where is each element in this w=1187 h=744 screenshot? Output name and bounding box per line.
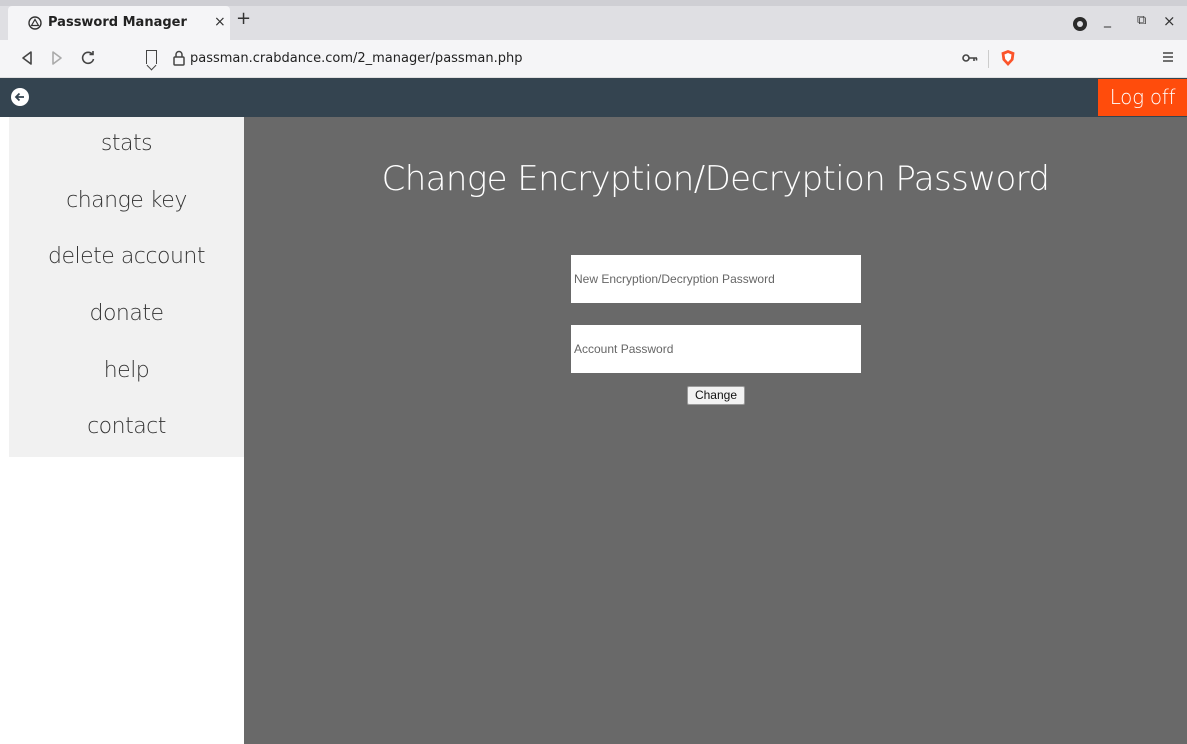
close-window-button[interactable]: × [1163,12,1176,30]
change-button[interactable]: Change [687,386,745,405]
app-tab-icon [28,16,42,30]
reload-icon[interactable] [80,49,96,67]
left-margin [0,117,9,744]
sidebar-item-delete-account[interactable]: delete account [9,244,244,269]
main-content: Change Encryption/Decryption Password Ch… [244,117,1187,744]
address-separator [988,50,989,68]
account-password-field[interactable] [571,325,861,373]
minimize-button[interactable]: _ [1104,12,1111,28]
brave-shield-icon[interactable] [1000,49,1016,67]
forward-icon[interactable] [50,49,64,67]
back-arrow-icon[interactable] [11,88,29,106]
menu-icon[interactable] [1162,50,1174,64]
back-icon[interactable] [20,49,34,67]
url-field[interactable]: passman.crabdance.com/2_manager/passman.… [190,51,522,66]
key-icon[interactable] [962,51,978,65]
address-bar: passman.crabdance.com/2_manager/passman.… [0,40,1187,78]
new-tab-button[interactable]: + [236,10,251,28]
app-header: Log off [0,78,1187,117]
page-title: Change Encryption/Decryption Password [381,159,1050,199]
sidebar-item-contact[interactable]: contact [9,414,244,439]
lock-icon[interactable] [172,50,186,66]
logoff-button[interactable]: Log off [1098,79,1187,116]
browser-tab-bar: Password Manager × + _ ⧉ × [0,0,1187,40]
tab-title: Password Manager [48,15,187,30]
sidebar-item-stats[interactable]: stats [9,131,244,156]
profile-icon[interactable] [1073,17,1087,31]
new-password-field[interactable] [571,255,861,303]
browser-tab[interactable]: Password Manager × [8,6,230,40]
sidebar: stats change key delete account donate h… [9,117,244,457]
maximize-button[interactable]: ⧉ [1137,13,1146,28]
bookmark-icon[interactable] [146,50,157,64]
sidebar-item-donate[interactable]: donate [9,301,244,326]
sidebar-item-change-key[interactable]: change key [9,188,244,213]
tab-close-icon[interactable]: × [214,14,226,30]
sidebar-item-help[interactable]: help [9,358,244,383]
